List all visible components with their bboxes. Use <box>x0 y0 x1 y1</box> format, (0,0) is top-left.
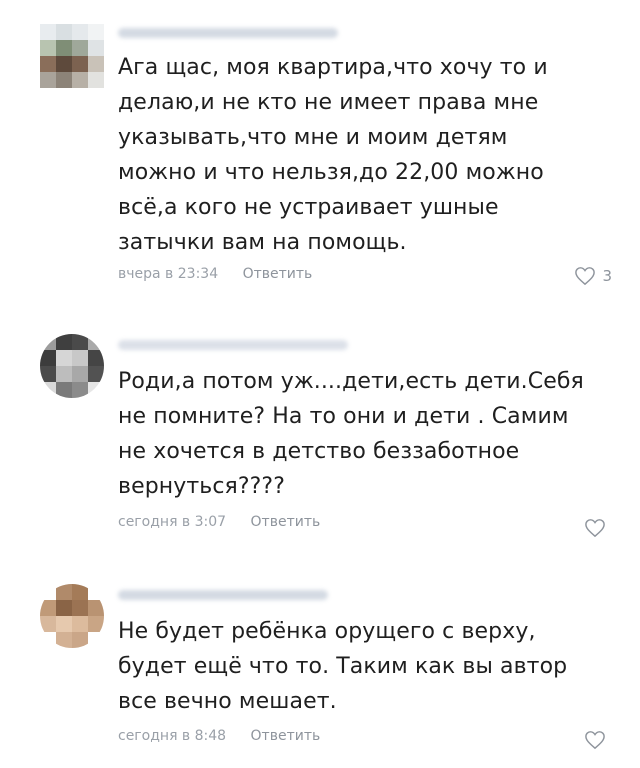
comment-text: Не будет ребёнка орущего с верху, будет … <box>118 619 568 714</box>
comment-time: сегодня в 8:48 <box>118 728 227 744</box>
reply-button[interactable]: Ответить <box>251 728 321 744</box>
avatar[interactable] <box>40 584 104 648</box>
heart-outline-icon <box>585 731 605 750</box>
comment-meta: сегодня в 8:48 Ответить <box>118 728 320 744</box>
like-button[interactable] <box>572 728 612 752</box>
comment-3: Не будет ребёнка орущего с верху, будет … <box>0 0 640 768</box>
author-name-blurred[interactable] <box>118 590 328 600</box>
